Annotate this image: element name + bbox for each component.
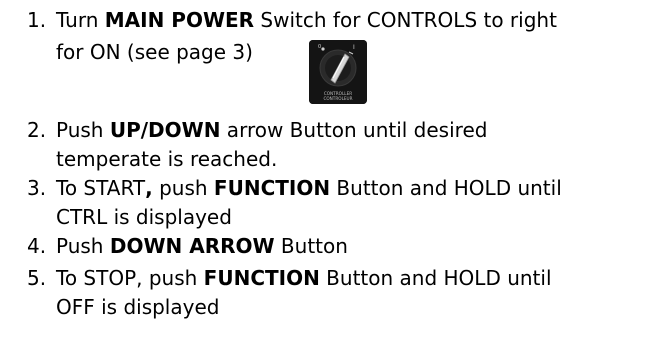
step-bold-term: UP/DOWN	[109, 118, 221, 142]
step-bold-term: FUNCTION	[213, 176, 331, 200]
step-text: Push	[56, 234, 110, 258]
step-text: To STOP, push	[56, 266, 204, 290]
step-number: 1.	[27, 8, 47, 32]
step-text: Push	[56, 118, 110, 142]
step-text-line: Push UP/DOWN arrow Button until desired	[56, 115, 487, 145]
step-bold-term: ,	[145, 176, 153, 200]
step-text-line: Turn MAIN POWER Switch for CONTROLS to r…	[56, 5, 557, 35]
step-text: Turn	[56, 8, 105, 32]
step-text-line: Push DOWN ARROW Button	[56, 231, 348, 261]
step-number: 2.	[27, 118, 47, 142]
controller-switch-image: 0 I CONTROLLER CONTROLEUR	[309, 40, 367, 104]
step-bold-term: MAIN POWER	[104, 8, 255, 32]
rotary-switch-icon: 0 I CONTROLLER CONTROLEUR	[309, 40, 367, 104]
step-text-line: for ON (see page 3)	[56, 40, 253, 64]
step-bold-term: DOWN ARROW	[109, 234, 275, 258]
step-number: 5.	[27, 266, 47, 290]
switch-label-bottom: CONTROLEUR	[323, 96, 352, 101]
step-number: 4.	[27, 234, 47, 258]
step-number: 3.	[27, 176, 47, 200]
step-text: Button and HOLD until	[330, 176, 562, 200]
step-bold-term: FUNCTION	[203, 266, 320, 290]
step-text: push	[152, 176, 214, 200]
step-text: arrow Button until desired	[220, 118, 488, 142]
step-text: To START	[56, 176, 146, 200]
step-text-line: OFF is displayed	[56, 295, 220, 319]
step-text-line: To START, push FUNCTION Button and HOLD …	[56, 173, 562, 203]
switch-mark-on: I	[353, 44, 355, 51]
step-text: Switch for CONTROLS to right	[254, 8, 557, 32]
switch-mark-off: 0	[318, 44, 321, 50]
step-text-line: To STOP, push FUNCTION Button and HOLD u…	[56, 263, 552, 293]
step-text: Button and HOLD until	[319, 266, 552, 290]
step-text-line: CTRL is displayed	[56, 205, 232, 229]
instruction-document: 1. Turn MAIN POWER Switch for CONTROLS t…	[0, 0, 662, 358]
step-text: Button	[274, 234, 348, 258]
step-text-line: temperate is reached.	[56, 147, 278, 171]
